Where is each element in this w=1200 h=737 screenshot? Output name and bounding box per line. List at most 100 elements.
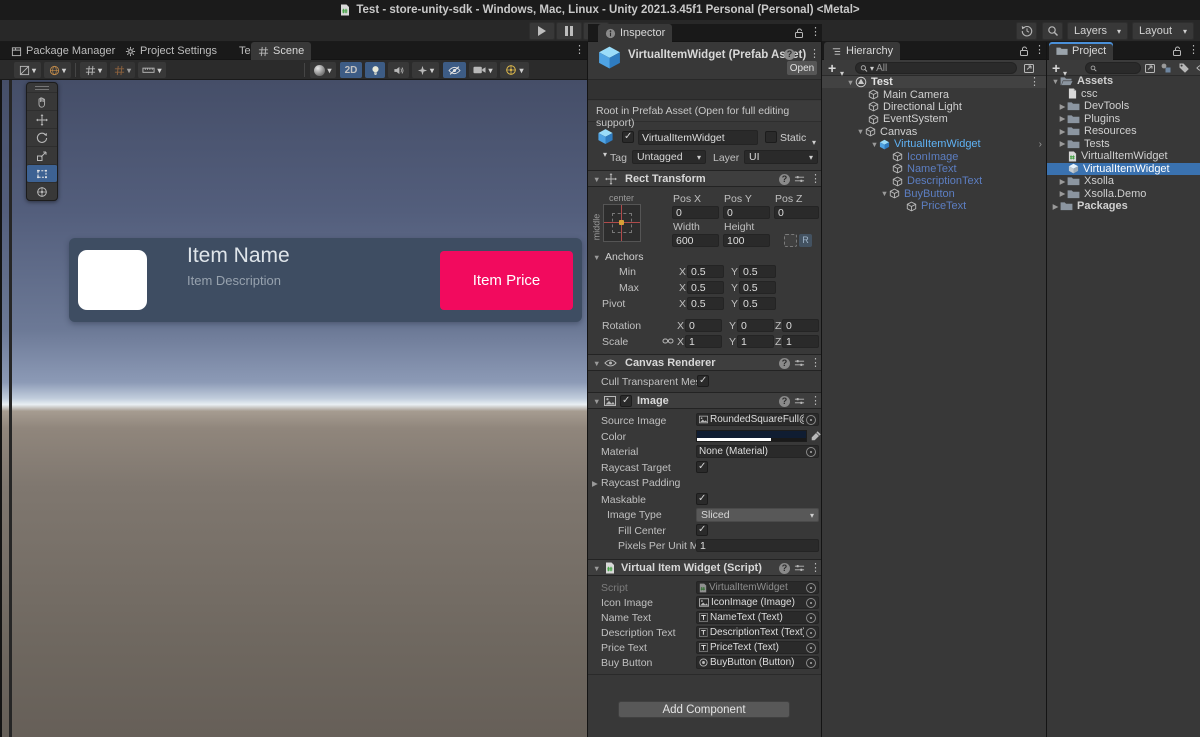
foldout-icon[interactable] bbox=[856, 127, 865, 136]
foldout-icon[interactable] bbox=[870, 140, 879, 149]
lock-icon[interactable] bbox=[1171, 45, 1183, 57]
help-icon[interactable] bbox=[779, 358, 790, 369]
snap-settings-dropdown[interactable] bbox=[110, 62, 135, 78]
foldout-icon[interactable] bbox=[1051, 77, 1060, 86]
hand-tool[interactable] bbox=[27, 92, 57, 110]
foldout-icon[interactable] bbox=[1058, 189, 1067, 198]
object-picker-icon[interactable] bbox=[806, 613, 816, 623]
foldout-icon[interactable] bbox=[593, 359, 600, 368]
open-in-window-icon[interactable] bbox=[1023, 62, 1035, 74]
hierarchy-search-field[interactable] bbox=[855, 62, 1017, 74]
row-canvas[interactable]: Canvas bbox=[822, 126, 1046, 138]
undo-history-button[interactable] bbox=[1016, 22, 1037, 40]
foldout-icon[interactable] bbox=[1058, 177, 1067, 186]
anchor-max-y-field[interactable]: 0.5 bbox=[739, 281, 776, 294]
row-main-camera[interactable]: Main Camera bbox=[822, 88, 1046, 100]
object-picker-icon[interactable] bbox=[806, 643, 816, 653]
scale-x-field[interactable]: 1 bbox=[685, 335, 722, 348]
object-picker-icon[interactable] bbox=[806, 447, 816, 457]
raycast-padding-foldout[interactable] bbox=[592, 479, 598, 488]
source-image-field[interactable]: RoundedSquareFull@1 bbox=[696, 413, 819, 426]
static-checkbox[interactable] bbox=[765, 131, 777, 143]
help-icon[interactable] bbox=[784, 49, 795, 60]
layout-dropdown[interactable]: Layout bbox=[1132, 22, 1194, 40]
row-virtualitemwidget[interactable]: VirtualItemWidget bbox=[822, 138, 1046, 150]
move-tool[interactable] bbox=[27, 110, 57, 128]
presets-icon[interactable] bbox=[794, 563, 805, 573]
hierarchy-menu-icon[interactable] bbox=[1034, 45, 1045, 56]
lock-icon[interactable] bbox=[793, 27, 805, 39]
row-packages[interactable]: Packages bbox=[1047, 200, 1200, 213]
script-field[interactable]: VirtualItemWidget bbox=[696, 581, 819, 594]
add-component-button[interactable]: Add Component bbox=[618, 701, 790, 718]
row-iconimage[interactable]: IconImage bbox=[822, 150, 1046, 162]
row-plugins[interactable]: Plugins bbox=[1047, 113, 1200, 126]
layers-dropdown[interactable]: Layers bbox=[1067, 22, 1128, 40]
tab-scene[interactable]: Scene bbox=[251, 42, 311, 60]
transform-tool[interactable] bbox=[27, 182, 57, 200]
image-enabled-checkbox[interactable] bbox=[620, 395, 632, 407]
help-icon[interactable] bbox=[779, 563, 790, 574]
price-text-field[interactable]: PriceText (Text) bbox=[696, 641, 819, 654]
raw-edit-mode-button[interactable]: R bbox=[799, 234, 812, 247]
scene-visibility-toggle[interactable] bbox=[443, 62, 466, 78]
layer-dropdown[interactable]: UI bbox=[744, 150, 818, 164]
pivot-mode-dropdown[interactable] bbox=[44, 62, 71, 78]
link-scale-icon[interactable] bbox=[662, 337, 674, 345]
pos-x-field[interactable]: 0 bbox=[672, 206, 719, 219]
row-resources[interactable]: Resources bbox=[1047, 125, 1200, 138]
scene-render-area[interactable]: Item Name Item Description Item Price bbox=[12, 80, 587, 737]
tab-project[interactable]: Project bbox=[1049, 42, 1113, 60]
project-search-input[interactable] bbox=[1099, 63, 1136, 74]
object-picker-icon[interactable] bbox=[806, 598, 816, 608]
row-tests[interactable]: Tests bbox=[1047, 138, 1200, 151]
buy-button-field[interactable]: BuyButton (Button) bbox=[696, 656, 819, 669]
item-icon-image[interactable] bbox=[78, 250, 147, 310]
foldout-icon[interactable] bbox=[1058, 114, 1067, 123]
tabstrip-menu-icon[interactable] bbox=[574, 45, 585, 56]
presets-icon[interactable] bbox=[794, 358, 805, 368]
pause-button[interactable] bbox=[556, 22, 582, 40]
rect-transform-header[interactable]: Rect Transform bbox=[588, 170, 822, 187]
tag-dropdown[interactable]: Untagged bbox=[632, 150, 706, 164]
pos-y-field[interactable]: 0 bbox=[723, 206, 770, 219]
row-xsolla-demo[interactable]: Xsolla.Demo bbox=[1047, 188, 1200, 201]
icon-image-field[interactable]: IconImage (Image) bbox=[696, 596, 819, 609]
pixels-per-unit-field[interactable]: 1 bbox=[696, 539, 819, 552]
scale-tool[interactable] bbox=[27, 146, 57, 164]
foldout-icon[interactable] bbox=[1058, 102, 1067, 111]
image-type-dropdown[interactable]: Sliced bbox=[696, 508, 819, 522]
camera-settings-dropdown[interactable] bbox=[469, 62, 497, 78]
draw-mode-dropdown[interactable] bbox=[14, 62, 41, 78]
scene-audio-toggle[interactable] bbox=[388, 62, 409, 78]
search-by-label-icon[interactable] bbox=[1178, 62, 1190, 74]
play-button[interactable] bbox=[529, 22, 555, 40]
row-virtualitemwidget-script[interactable]: VirtualItemWidget bbox=[1047, 150, 1200, 163]
width-field[interactable]: 600 bbox=[672, 234, 719, 247]
component-menu-icon[interactable] bbox=[810, 563, 821, 574]
component-menu-icon[interactable] bbox=[809, 49, 820, 60]
component-menu-icon[interactable] bbox=[810, 396, 821, 407]
static-dropdown-chevron[interactable] bbox=[812, 132, 816, 150]
pos-z-field[interactable]: 0 bbox=[774, 206, 819, 219]
row-buybutton[interactable]: BuyButton bbox=[822, 188, 1046, 200]
blueprint-mode-button[interactable] bbox=[784, 234, 797, 247]
fill-center-checkbox[interactable] bbox=[696, 524, 708, 536]
pivot-y-field[interactable]: 0.5 bbox=[739, 297, 776, 310]
search-by-type-icon[interactable] bbox=[1160, 62, 1172, 74]
object-picker-icon[interactable] bbox=[806, 583, 816, 593]
row-xsolla[interactable]: Xsolla bbox=[1047, 175, 1200, 188]
gameobject-name-field[interactable] bbox=[638, 130, 758, 145]
scale-y-field[interactable]: 1 bbox=[737, 335, 774, 348]
buy-button[interactable]: Item Price bbox=[440, 251, 573, 310]
hierarchy-search-input[interactable] bbox=[876, 63, 1012, 74]
scale-z-field[interactable]: 1 bbox=[782, 335, 819, 348]
anchor-min-y-field[interactable]: 0.5 bbox=[739, 265, 776, 278]
foldout-icon[interactable] bbox=[1058, 127, 1067, 136]
anchor-min-x-field[interactable]: 0.5 bbox=[687, 265, 724, 278]
item-description-text[interactable]: Item Description bbox=[187, 273, 281, 288]
scene-lighting-toggle[interactable] bbox=[365, 62, 385, 78]
object-picker-icon[interactable] bbox=[806, 628, 816, 638]
name-text-field[interactable]: NameText (Text) bbox=[696, 611, 819, 624]
create-asset-button[interactable]: + bbox=[1052, 60, 1060, 76]
